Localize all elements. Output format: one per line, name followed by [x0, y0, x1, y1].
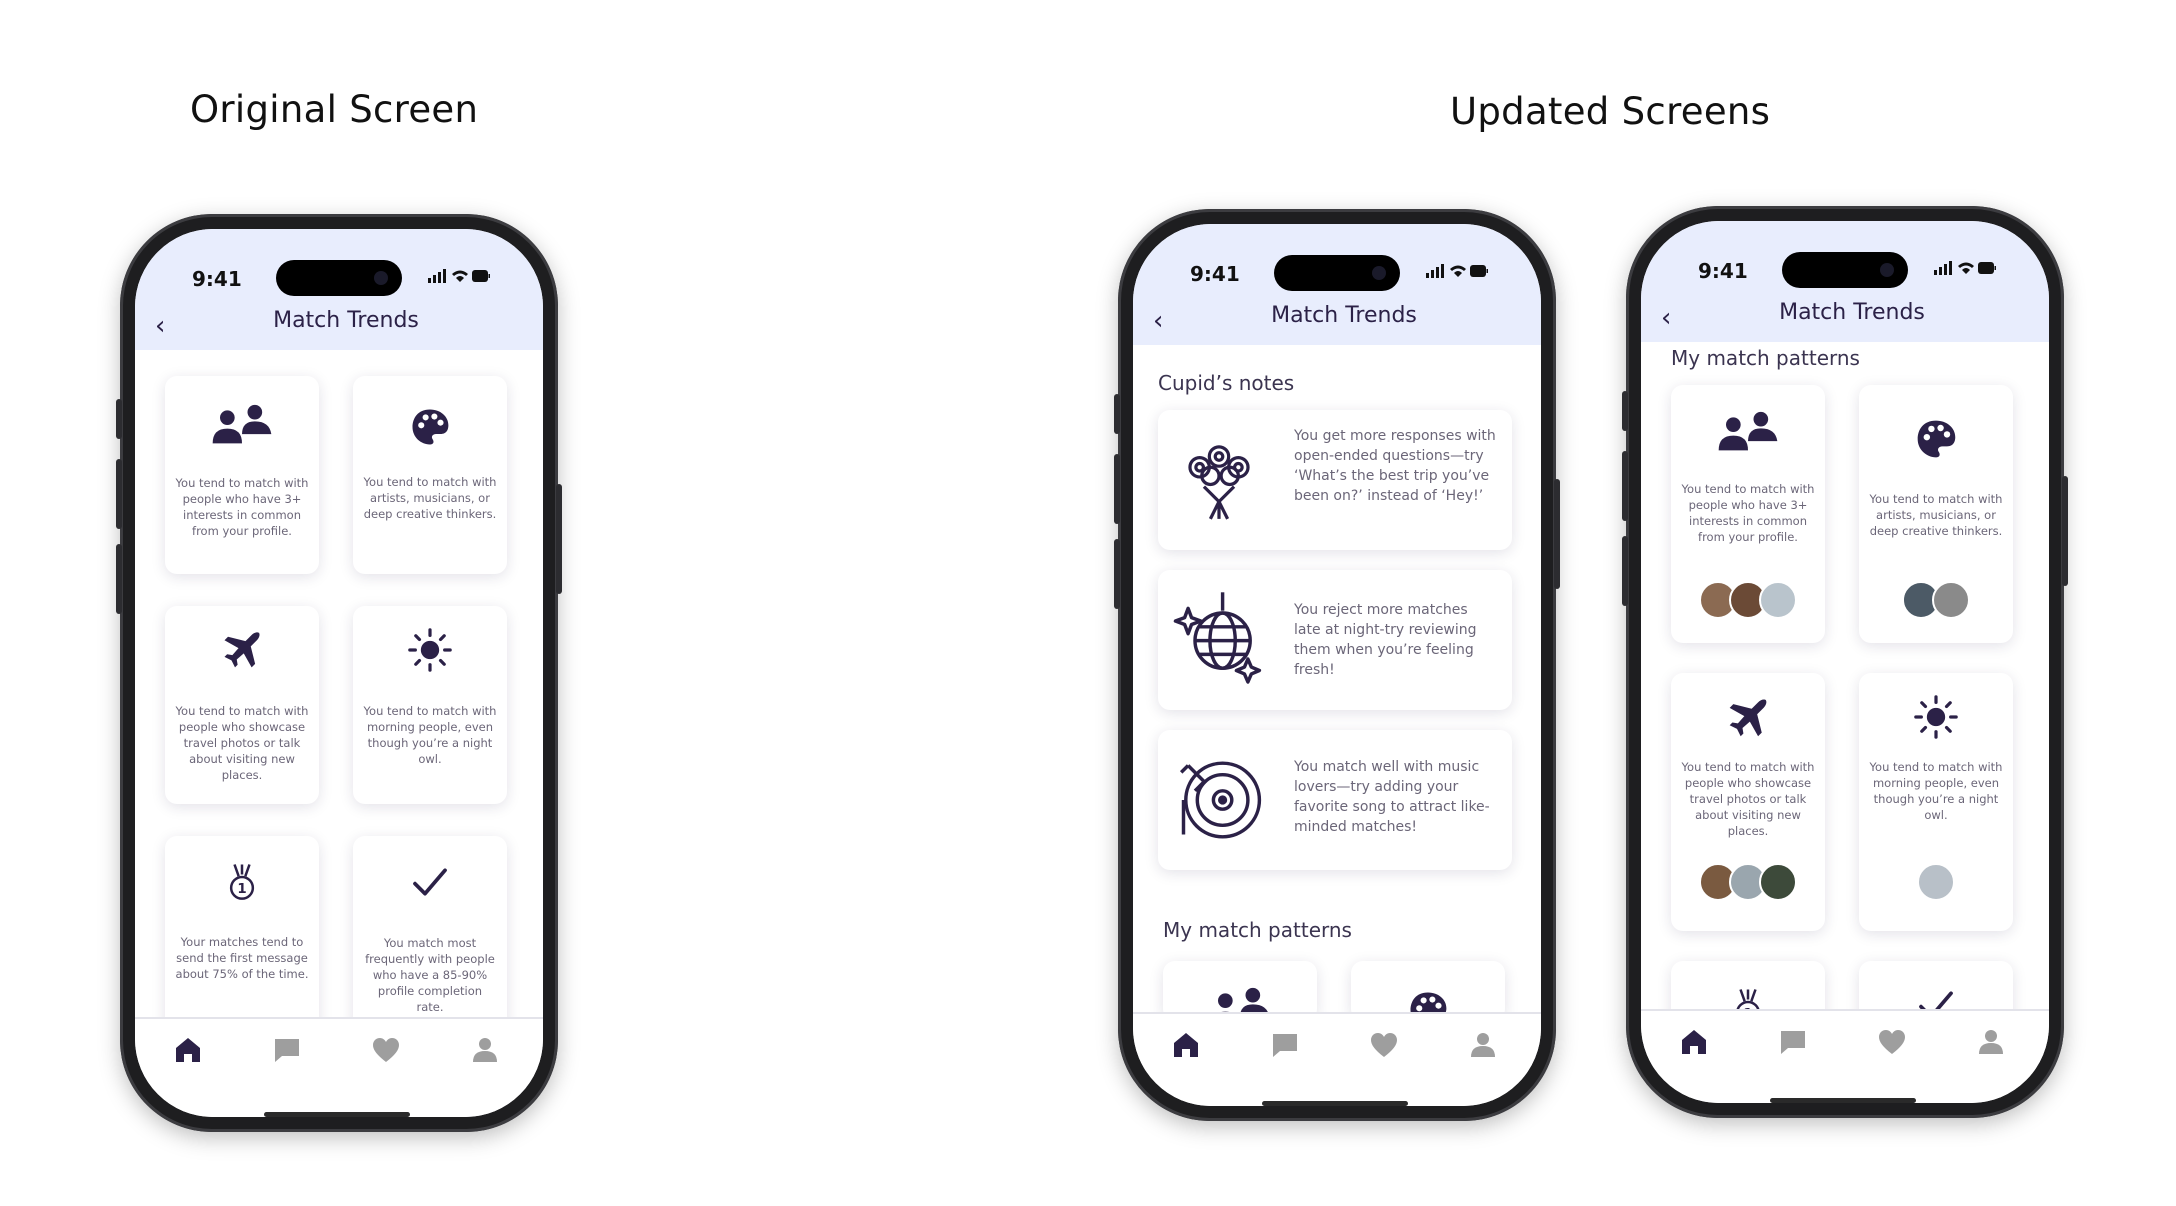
profile-icon[interactable]	[1468, 1030, 1498, 1060]
chat-icon[interactable]	[1778, 1027, 1808, 1057]
status-time: 9:41	[192, 267, 242, 291]
disco-ball-icon	[1172, 584, 1264, 688]
home-icon[interactable]	[173, 1035, 203, 1065]
screen-title: Match Trends	[1271, 303, 1417, 328]
sun-icon	[1914, 695, 1958, 739]
medal-icon	[222, 858, 262, 906]
home-indicator	[264, 1112, 410, 1117]
pattern-text: You match most frequently with people wh…	[365, 936, 495, 1014]
home-indicator	[1770, 1098, 1916, 1103]
profile-icon[interactable]	[1976, 1027, 2006, 1057]
pattern-text: You tend to match with people who have 3…	[175, 476, 309, 538]
pattern-text: You tend to match with morning people, e…	[1869, 760, 2003, 822]
match-avatars	[1671, 581, 1825, 619]
cupid-note-card[interactable]: You reject more matches late at night-tr…	[1158, 570, 1512, 710]
pattern-text: You tend to match with artists, musician…	[1869, 492, 2003, 538]
pattern-text: You tend to match with people who have 3…	[1681, 482, 1815, 544]
pattern-card[interactable]: You tend to match with artists, musician…	[1859, 385, 2013, 643]
profile-icon[interactable]	[470, 1035, 500, 1065]
note-text: You get more responses with open-ended q…	[1294, 428, 1496, 504]
palette-icon	[409, 406, 451, 448]
chat-icon[interactable]	[272, 1035, 302, 1065]
pattern-card[interactable]: You tend to match with people who showca…	[165, 606, 319, 804]
my-match-patterns-heading: My match patterns	[1163, 918, 1352, 942]
back-button[interactable]: ‹	[1153, 306, 1163, 336]
match-avatars	[1859, 863, 2013, 901]
screen-patterns: 9:41 ‹ Match Trends My match patterns Yo…	[1641, 221, 2049, 1103]
airplane-icon	[221, 628, 263, 670]
avatar	[1932, 581, 1970, 619]
dynamic-island	[1782, 252, 1908, 288]
pattern-text: You tend to match with artists, musician…	[363, 475, 497, 521]
status-icons	[1426, 264, 1488, 278]
avatar	[1759, 863, 1797, 901]
back-button[interactable]: ‹	[1661, 303, 1671, 333]
bouquet-icon	[1176, 426, 1262, 530]
palette-icon	[1914, 417, 1958, 461]
home-indicator	[1262, 1101, 1408, 1106]
pattern-card[interactable]: You tend to match with people who showca…	[1671, 673, 1825, 931]
pattern-text: You tend to match with people who showca…	[175, 704, 309, 782]
status-time: 9:41	[1190, 262, 1240, 286]
check-icon	[410, 862, 450, 902]
screen-notes: 9:41 ‹ Match Trends Cupid’s notes You ge…	[1133, 224, 1541, 1106]
pattern-card[interactable]: You tend to match with people who have 3…	[1671, 385, 1825, 643]
pattern-card[interactable]: You tend to match with artists, musician…	[353, 376, 507, 574]
match-avatars	[1671, 863, 1825, 901]
pattern-text: You tend to match with morning people, e…	[363, 704, 497, 766]
tab-bar	[1641, 1009, 2049, 1103]
screen-title: Match Trends	[1779, 300, 1925, 325]
pattern-card[interactable]: You match most frequently with people wh…	[353, 836, 507, 1034]
avatar	[1759, 581, 1797, 619]
match-avatars	[1859, 581, 2013, 619]
heart-icon[interactable]	[1369, 1030, 1399, 1060]
phone-updated-patterns: 9:41 ‹ Match Trends My match patterns Yo…	[1622, 206, 2068, 1118]
heart-icon[interactable]	[1877, 1027, 1907, 1057]
updated-screens-heading: Updated Screens	[1450, 90, 1771, 133]
home-icon[interactable]	[1171, 1030, 1201, 1060]
back-button[interactable]: ‹	[155, 311, 165, 341]
screen-title: Match Trends	[273, 308, 419, 333]
phone-updated-notes: 9:41 ‹ Match Trends Cupid’s notes You ge…	[1114, 209, 1560, 1121]
vinyl-record-icon	[1172, 752, 1264, 848]
pattern-card[interactable]: You tend to match with morning people, e…	[1859, 673, 2013, 931]
avatar	[1917, 863, 1955, 901]
pattern-card[interactable]: Your matches tend to send the first mess…	[165, 836, 319, 1034]
home-icon[interactable]	[1679, 1027, 1709, 1057]
original-screen-heading: Original Screen	[190, 88, 479, 131]
note-text: You match well with music lovers—try add…	[1294, 759, 1490, 835]
pattern-card[interactable]: You tend to match with morning people, e…	[353, 606, 507, 804]
pattern-text: Your matches tend to send the first mess…	[175, 935, 309, 981]
pattern-card[interactable]: You tend to match with people who have 3…	[165, 376, 319, 574]
cupid-note-card[interactable]: You match well with music lovers—try add…	[1158, 730, 1512, 870]
status-icons	[428, 269, 490, 283]
heart-icon[interactable]	[371, 1035, 401, 1065]
status-icons	[1934, 261, 1996, 275]
cupid-note-card[interactable]: You get more responses with open-ended q…	[1158, 410, 1512, 550]
dynamic-island	[1274, 255, 1400, 291]
sun-icon	[408, 628, 452, 672]
dynamic-island	[276, 260, 402, 296]
airplane-icon	[1726, 695, 1770, 739]
pattern-text: You tend to match with people who showca…	[1681, 760, 1815, 838]
screen-original: 9:41 ‹ Match Trends You tend to match wi…	[135, 229, 543, 1117]
tab-bar	[135, 1017, 543, 1117]
cupids-notes-heading: Cupid’s notes	[1158, 371, 1295, 395]
status-time: 9:41	[1698, 259, 1748, 283]
phone-original: 9:41 ‹ Match Trends You tend to match wi…	[116, 214, 562, 1132]
my-match-patterns-heading: My match patterns	[1671, 346, 1860, 370]
chat-icon[interactable]	[1270, 1030, 1300, 1060]
note-text: You reject more matches late at night-tr…	[1294, 602, 1477, 678]
people-icon	[209, 402, 275, 448]
people-icon	[1715, 409, 1781, 455]
tab-bar	[1133, 1012, 1541, 1106]
